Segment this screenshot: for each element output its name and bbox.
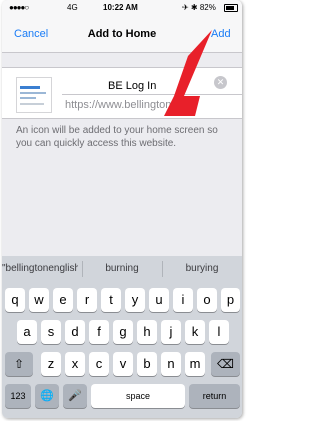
- globe-icon[interactable]: 🌐: [35, 384, 59, 408]
- key-l[interactable]: l: [209, 320, 229, 344]
- space-key[interactable]: space: [91, 384, 185, 408]
- key-h[interactable]: h: [137, 320, 157, 344]
- key-v[interactable]: v: [113, 352, 133, 376]
- return-key[interactable]: return: [189, 384, 240, 408]
- key-a[interactable]: a: [17, 320, 37, 344]
- key-x[interactable]: x: [65, 352, 85, 376]
- key-f[interactable]: f: [89, 320, 109, 344]
- delete-key[interactable]: ⌫: [211, 352, 240, 376]
- key-m[interactable]: m: [185, 352, 205, 376]
- key-z[interactable]: z: [41, 352, 61, 376]
- key-i[interactable]: i: [173, 288, 193, 312]
- key-y[interactable]: y: [125, 288, 145, 312]
- key-s[interactable]: s: [41, 320, 61, 344]
- suggestion-item[interactable]: "bellingtonenglish": [2, 256, 78, 282]
- key-q[interactable]: q: [5, 288, 25, 312]
- arrow-shape: [164, 30, 212, 116]
- key-r[interactable]: r: [77, 288, 97, 312]
- suggestion-item[interactable]: burning: [82, 256, 162, 282]
- numbers-key[interactable]: 123: [5, 384, 31, 408]
- key-w[interactable]: w: [29, 288, 49, 312]
- key-t[interactable]: t: [101, 288, 121, 312]
- microphone-icon[interactable]: 🎤: [63, 384, 87, 408]
- key-p[interactable]: p: [221, 288, 240, 312]
- key-d[interactable]: d: [65, 320, 85, 344]
- key-n[interactable]: n: [161, 352, 181, 376]
- key-e[interactable]: e: [53, 288, 73, 312]
- key-j[interactable]: j: [161, 320, 181, 344]
- suggestion-item[interactable]: burying: [162, 256, 242, 282]
- annotation-arrow-icon: [164, 30, 212, 116]
- suggestion-bar: "bellingtonenglish" burning burying: [2, 256, 242, 282]
- shift-key[interactable]: ⇧: [5, 352, 33, 376]
- key-g[interactable]: g: [113, 320, 133, 344]
- key-k[interactable]: k: [185, 320, 205, 344]
- key-c[interactable]: c: [89, 352, 109, 376]
- keyboard: q w e r t y u i o p a s d f g h j k l ⇧ …: [2, 282, 242, 418]
- key-b[interactable]: b: [137, 352, 157, 376]
- key-u[interactable]: u: [149, 288, 169, 312]
- key-o[interactable]: o: [197, 288, 217, 312]
- phone-screen: ●●●●○ 4G 10:22 AM ✈ ✱ 82% Cancel Add to …: [2, 0, 242, 418]
